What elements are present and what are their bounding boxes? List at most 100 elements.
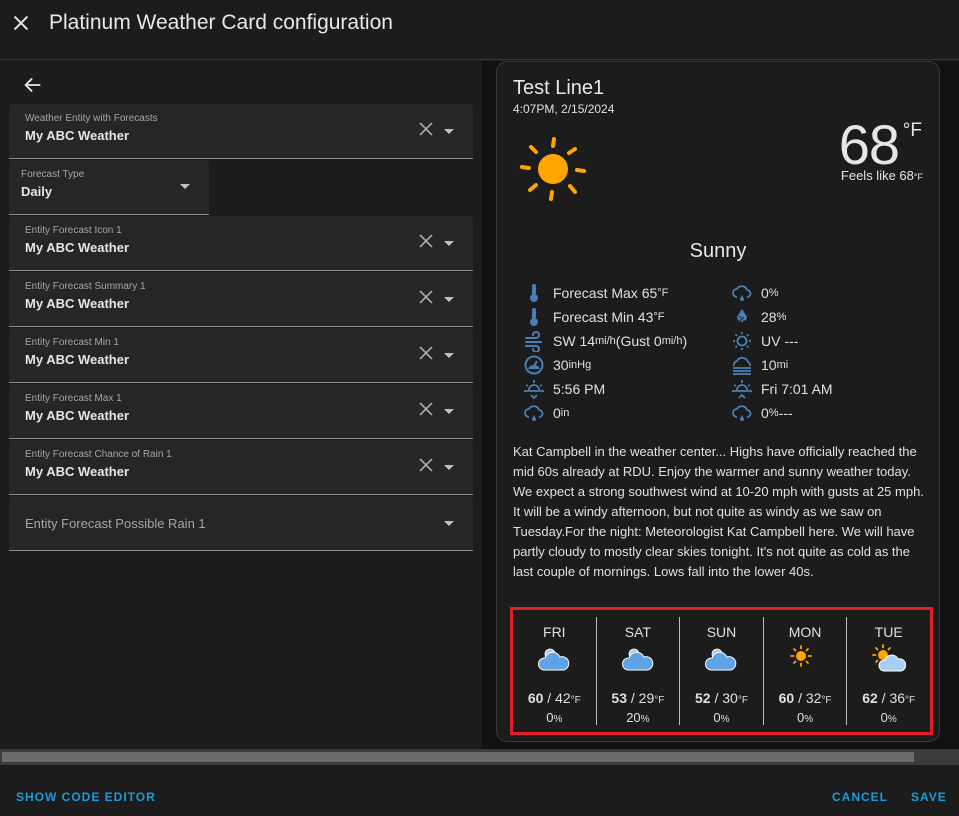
preview-panel: Test Line1 4:07PM, 2/15/2024 68 °F Feels… [482, 61, 959, 749]
sunny-icon [790, 645, 812, 667]
forecast-summary: Kat Campbell in the weather center... Hi… [513, 444, 924, 579]
card-title: Test Line1 [513, 77, 605, 99]
field-label: Forecast Type [21, 169, 85, 180]
partly-cloudy-icon [871, 644, 906, 672]
forecast-summary-select[interactable]: Entity Forecast Summary 1 My ABC Weather [9, 272, 473, 327]
wind-gust-close: ) [682, 333, 688, 349]
cloudy-icon [538, 648, 570, 671]
forecast-rain: 0% [680, 710, 763, 725]
forecast-rain: 0% [764, 710, 847, 725]
attribute-value: 10 [761, 357, 777, 373]
clear-icon[interactable] [419, 290, 433, 304]
field-label: Entity Forecast Icon 1 [25, 225, 122, 236]
forecast-temps: 62 / 36°F [862, 690, 916, 706]
attribute-unit: % [776, 311, 787, 323]
field-label: Entity Forecast Summary 1 [25, 281, 146, 292]
attribute-pressure: 30 inHg [523, 354, 591, 376]
rain-cloud-icon [524, 405, 544, 421]
forecast-rain-value: 20 [626, 710, 641, 725]
attribute-value: 0 [761, 285, 769, 301]
chevron-down-icon[interactable] [444, 241, 454, 246]
field-label: Entity Forecast Possible Rain 1 [25, 516, 206, 531]
field-value: My ABC Weather [25, 408, 130, 423]
clear-icon[interactable] [419, 458, 433, 472]
clear-icon[interactable] [419, 234, 433, 248]
clear-icon[interactable] [419, 122, 433, 136]
chevron-down-icon[interactable] [444, 521, 454, 526]
clear-icon[interactable] [419, 346, 433, 360]
attribute-wind: SW 14 mi/h (Gust 0 mi/h) [523, 330, 687, 352]
attribute-value: Forecast Min 43 [553, 309, 654, 325]
clear-icon[interactable] [419, 402, 433, 416]
chevron-down-icon[interactable] [444, 297, 454, 302]
forecast-day-name: SAT [624, 624, 651, 640]
forecast-day: TUE 62 / 36°F 0% [846, 617, 930, 725]
attribute-sunset: 5:56 PM [523, 378, 605, 400]
forecast-unit: °F [821, 695, 832, 706]
attribute-forecast-min: Forecast Min 43 °F [523, 306, 665, 328]
forecast-chance-of-rain-select[interactable]: Entity Forecast Chance of Rain 1 My ABC … [9, 440, 473, 495]
forecast-type-select[interactable]: Forecast Type Daily [9, 160, 209, 215]
forecast-low: 29 [638, 690, 655, 706]
forecast-min-select[interactable]: Entity Forecast Min 1 My ABC Weather [9, 328, 473, 383]
attribute-unit: °F [653, 311, 665, 323]
forecast-day-name: FRI [543, 624, 566, 640]
chevron-down-icon[interactable] [444, 409, 454, 414]
horizontal-scrollbar[interactable] [0, 749, 959, 765]
attribute-visibility: 10 mi [731, 354, 788, 376]
dialog-title: Platinum Weather Card configuration [49, 11, 393, 34]
forecast-day: SUN 52 / 30°F 0% [679, 617, 763, 725]
attribute-possible-rain: 0% --- [731, 402, 793, 424]
cloudy-icon [705, 648, 737, 671]
forecast-high: 52 [695, 690, 711, 706]
editor-panel: Weather Entity with Forecasts My ABC Wea… [0, 61, 482, 749]
forecast-unit: °F [654, 695, 665, 706]
thermometer-icon [530, 308, 538, 326]
forecast-temps: 60 / 32°F [778, 690, 832, 706]
wind-gust-text: (Gust 0 [615, 333, 662, 349]
field-value: My ABC Weather [25, 240, 130, 255]
field-label: Entity Forecast Chance of Rain 1 [25, 449, 172, 460]
attribute-uv: UV --- [731, 330, 798, 352]
close-icon[interactable] [10, 12, 32, 34]
show-code-editor-button[interactable]: SHOW CODE EDITOR [16, 790, 156, 804]
attribute-value: SW 14 [553, 333, 596, 349]
forecast-unit: °F [905, 695, 916, 706]
field-label: Entity Forecast Max 1 [25, 393, 122, 404]
chevron-down-icon[interactable] [444, 465, 454, 470]
sunrise-icon [732, 380, 752, 399]
forecast-day-name: TUE [874, 624, 903, 640]
chevron-down-icon[interactable] [444, 353, 454, 358]
chevron-down-icon[interactable] [180, 184, 190, 189]
cancel-button[interactable]: CANCEL [832, 790, 888, 804]
forecast-high: 60 [527, 690, 544, 706]
field-value: Daily [21, 184, 53, 199]
scrollbar-thumb[interactable] [2, 752, 914, 762]
forecast-possible-rain-select[interactable]: Entity Forecast Possible Rain 1 [9, 496, 473, 551]
attribute-value: 28 [761, 309, 777, 325]
field-value: My ABC Weather [25, 128, 130, 143]
temperature-unit: °F [902, 120, 922, 141]
forecast-day: MON 60 / 32°F 0% [762, 617, 847, 725]
weather-entity-select[interactable]: Weather Entity with Forecasts My ABC Wea… [9, 104, 473, 159]
uv-icon [733, 332, 751, 350]
attribute-value: UV --- [761, 333, 799, 349]
forecast-icon-select[interactable]: Entity Forecast Icon 1 My ABC Weather [9, 216, 473, 271]
forecast-unit: °F [737, 695, 748, 706]
attribute-unit: mi/h [595, 335, 616, 347]
save-button[interactable]: SAVE [911, 790, 947, 804]
field-label: Weather Entity with Forecasts [25, 113, 158, 124]
attribute-value: 0 [761, 405, 769, 421]
forecast-day-name: MON [788, 624, 822, 640]
forecast-day: FRI 60 / 42°F 0% [513, 617, 596, 725]
chevron-down-icon[interactable] [444, 129, 454, 134]
feels-like-unit: °F [913, 172, 923, 182]
arrow-left-icon[interactable] [22, 74, 44, 96]
daily-forecast: FRI 60 / 42°F 0% SAT 53 / 29°F 20% SUN 5… [510, 607, 933, 735]
forecast-rain-unit: % [887, 714, 897, 725]
attribute-unit: in [560, 407, 570, 419]
field-value: My ABC Weather [25, 296, 130, 311]
dialog-header: Platinum Weather Card configuration [0, 0, 959, 60]
forecast-day: SAT 53 / 29°F 20% [595, 617, 680, 725]
forecast-max-select[interactable]: Entity Forecast Max 1 My ABC Weather [9, 384, 473, 439]
